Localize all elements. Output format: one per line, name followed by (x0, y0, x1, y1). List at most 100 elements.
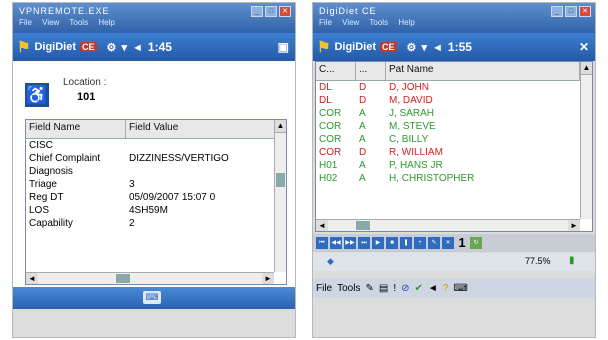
folder-icon[interactable]: ▤ (379, 283, 388, 294)
windows-start-icon[interactable]: ⚑ (17, 38, 30, 56)
edit-record-icon[interactable]: ✎ (428, 237, 440, 249)
scroll-left-icon[interactable]: ◄ (316, 220, 328, 231)
cancel-icon[interactable]: ⊘ (401, 283, 409, 294)
table-row[interactable]: DL D M, DAVID (316, 94, 592, 107)
keyboard-icon[interactable]: ⌨ (143, 291, 161, 304)
vertical-scrollbar[interactable]: ▲ (274, 120, 286, 272)
table-row[interactable]: COR D R, WILLIAM (316, 146, 592, 159)
pda-navbar: ⚑ DigiDiet CE ⚙ ▾ ◄ 1:55 ✕ (313, 33, 595, 61)
ok-icon[interactable]: ▣ (278, 40, 289, 54)
hscroll-thumb[interactable] (356, 221, 370, 230)
scroll-up-icon[interactable]: ▲ (581, 62, 592, 75)
first-record-icon[interactable]: ⏮ (316, 237, 328, 249)
menu-file[interactable]: File (319, 18, 332, 27)
table-row[interactable]: Diagnosis (26, 165, 286, 178)
app-title-tag: CE (380, 42, 397, 52)
scroll-right-icon[interactable]: ► (568, 220, 580, 231)
info-icon[interactable]: ! (393, 283, 396, 294)
pen-icon[interactable]: ✎ (365, 283, 373, 294)
stop-icon[interactable]: ■ (386, 237, 398, 249)
refresh-icon[interactable]: ↻ (470, 237, 482, 249)
close-icon[interactable]: ✕ (279, 6, 291, 17)
status-connectivity-icon: ⚙ ▾ ◄ (106, 41, 144, 54)
field-value-cell: 2 (129, 218, 135, 229)
field-grid: Field Name Field Value CISC Chief Complai… (25, 119, 287, 285)
location-value: 101 (77, 91, 96, 103)
grid-header: C... ... Pat Name (316, 62, 592, 81)
horizontal-scrollbar[interactable]: ◄ ► (316, 219, 580, 231)
menu-file-bottom[interactable]: File (316, 283, 332, 294)
menu-file[interactable]: File (19, 18, 32, 27)
menu-tools[interactable]: Tools (369, 18, 388, 27)
column-header-field-name[interactable]: Field Name (26, 120, 126, 138)
field-value-cell: DIZZINESS/VERTIGO (129, 153, 229, 164)
table-row[interactable]: Reg DT 05/09/2007 15:07 0 (26, 191, 286, 204)
add-record-icon[interactable]: + (414, 237, 426, 249)
menu-help[interactable]: Help (98, 18, 114, 27)
last-record-icon[interactable]: ⏭ (358, 237, 370, 249)
scroll-up-icon[interactable]: ▲ (275, 120, 286, 133)
status-connectivity-icon: ⚙ ▾ ◄ (406, 41, 444, 54)
menu-view[interactable]: View (42, 18, 59, 27)
hscroll-thumb[interactable] (116, 274, 130, 283)
table-row[interactable]: CISC (26, 139, 286, 152)
patient-name-cell: C, BILLY (389, 134, 429, 145)
prev-page-icon[interactable]: ◀◀ (330, 237, 342, 249)
scroll-right-icon[interactable]: ► (262, 273, 274, 284)
table-row[interactable]: LOS 4SH59M (26, 204, 286, 217)
app-title: DigiDiet (34, 41, 77, 53)
table-row[interactable]: Triage 3 (26, 178, 286, 191)
menu-help[interactable]: Help (398, 18, 414, 27)
clock-text: 1:55 (447, 40, 472, 54)
table-row[interactable]: COR A M, STEVE (316, 120, 592, 133)
column-header-field-value[interactable]: Field Value (126, 120, 276, 138)
menu-view[interactable]: View (342, 18, 359, 27)
column-header-code[interactable]: C... (316, 62, 356, 80)
grid-header: Field Name Field Value (26, 120, 286, 139)
help-icon[interactable]: ? (443, 283, 449, 294)
table-row[interactable]: Capability 2 (26, 217, 286, 230)
code-cell: DL (319, 82, 332, 93)
next-page-icon[interactable]: ▶▶ (344, 237, 356, 249)
keyboard-icon[interactable]: ⌨ (453, 283, 467, 294)
softkey-bar: ⌨ (13, 287, 295, 309)
close-x-icon[interactable]: ✕ (579, 40, 589, 54)
field-value-cell (126, 139, 276, 152)
record-navigator: ⏮ ◀◀ ▶▶ ⏭ ▶ ■ ❚ + ✎ ✕ 1 ↻ (313, 234, 595, 252)
status-cell: D (359, 82, 367, 93)
close-icon[interactable]: ✕ (579, 6, 591, 17)
column-header-patient-name[interactable]: Pat Name (386, 62, 580, 80)
status-cell: D (359, 147, 367, 158)
code-cell: COR (319, 108, 342, 119)
horizontal-scrollbar[interactable]: ◄ ► (26, 272, 274, 284)
maximize-icon[interactable]: □ (565, 6, 577, 17)
maximize-icon[interactable]: □ (265, 6, 277, 17)
scroll-thumb[interactable] (276, 173, 285, 187)
vertical-scrollbar[interactable]: ▲ (580, 62, 592, 219)
play-icon[interactable]: ▶ (372, 237, 384, 249)
column-header-status[interactable]: ... (356, 62, 386, 80)
scroll-left-icon[interactable]: ◄ (26, 273, 38, 284)
table-row[interactable]: COR A C, BILLY (316, 133, 592, 146)
app-title-tag: CE (80, 42, 97, 52)
patient-name-cell: M, STEVE (389, 121, 436, 132)
minimize-icon[interactable]: _ (551, 6, 563, 17)
table-row[interactable]: COR A J, SARAH (316, 107, 592, 120)
table-row[interactable]: DL D D, JOHN (316, 81, 592, 94)
table-row[interactable]: Chief Complaint DIZZINESS/VERTIGO (26, 152, 286, 165)
patient-name-cell: J, SARAH (389, 108, 435, 119)
table-row[interactable]: H01 A P, HANS JR (316, 159, 592, 172)
pause-icon[interactable]: ❚ (400, 237, 412, 249)
windows-start-icon[interactable]: ⚑ (317, 38, 330, 56)
minimize-icon[interactable]: _ (251, 6, 263, 17)
clock-text: 1:45 (147, 40, 172, 54)
field-name-cell: Reg DT (29, 192, 64, 203)
menu-tools-bottom[interactable]: Tools (337, 283, 360, 294)
sound-icon[interactable]: ◄ (428, 283, 438, 294)
patient-grid: C... ... Pat Name DL D D, JOHN DL D M, DAVID C… (315, 61, 593, 232)
delete-record-icon[interactable]: ✕ (442, 237, 454, 249)
table-row[interactable]: H02 A H, CHRISTOPHER (316, 172, 592, 185)
check-icon[interactable]: ✔ (415, 283, 423, 294)
patient-name-cell: R, WILLIAM (389, 147, 443, 158)
menu-tools[interactable]: Tools (69, 18, 88, 27)
